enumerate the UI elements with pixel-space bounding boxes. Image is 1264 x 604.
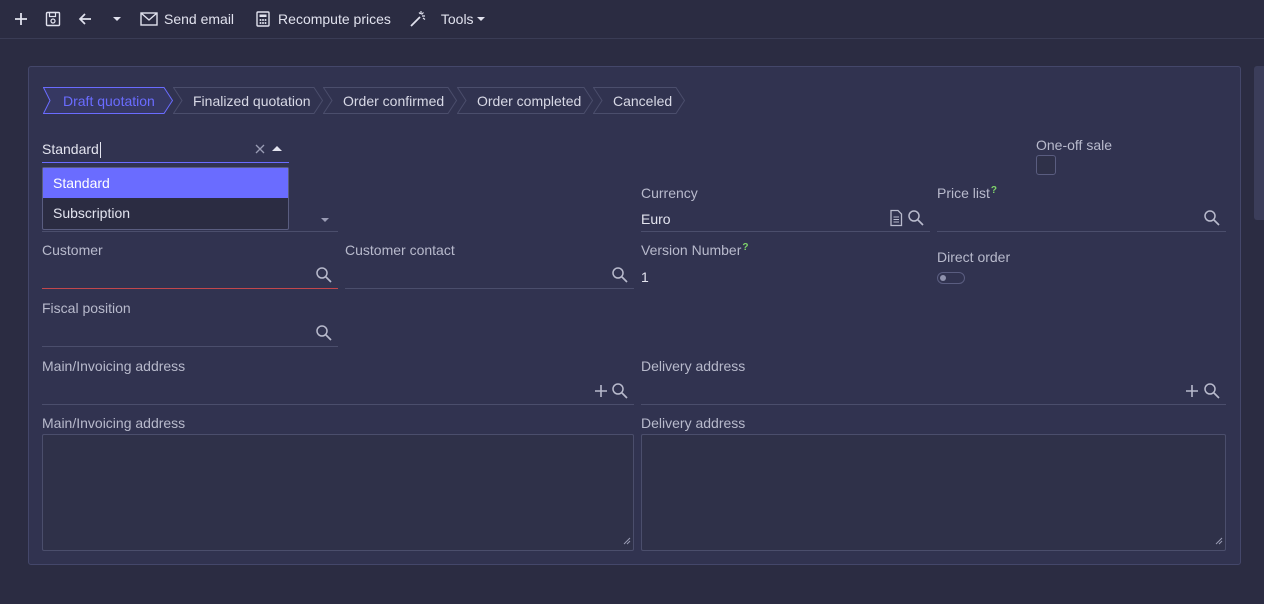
currency-value: Euro <box>641 211 671 227</box>
one-off-sale-checkbox[interactable] <box>1036 155 1056 175</box>
fiscal-position-label: Fiscal position <box>42 300 131 316</box>
search-icon[interactable] <box>611 382 629 400</box>
plus-icon <box>10 8 32 30</box>
caret-down-icon <box>316 210 334 228</box>
step-finalized-quotation[interactable]: Finalized quotation <box>173 87 323 114</box>
recompute-prices-button[interactable]: Recompute prices <box>252 0 391 39</box>
search-icon[interactable] <box>1203 209 1221 227</box>
toggle-knob <box>940 275 946 281</box>
help-marker[interactable]: ? <box>742 242 748 253</box>
tools-menu-button[interactable]: Tools <box>441 0 488 39</box>
recompute-prices-label: Recompute prices <box>278 11 391 27</box>
price-list-label: Price list? <box>937 185 997 201</box>
magic-wand-icon <box>407 8 429 30</box>
delivery-address-label: Delivery address <box>641 358 746 374</box>
delivery-address-text-label: Delivery address <box>641 415 746 431</box>
calculator-icon <box>252 8 274 30</box>
search-icon[interactable] <box>907 209 925 227</box>
step-order-confirmed[interactable]: Order confirmed <box>323 87 457 114</box>
toolbar: Send email Recompute prices Tools <box>0 0 1264 39</box>
step-canceled[interactable]: Canceled <box>593 87 685 114</box>
price-list-field[interactable] <box>937 206 1226 232</box>
version-number-label-text: Version Number <box>641 242 742 258</box>
currency-label: Currency <box>641 185 698 201</box>
more-dropdown-button[interactable] <box>106 0 128 39</box>
step-label: Canceled <box>613 92 673 109</box>
main-invoicing-address-field[interactable] <box>42 379 634 405</box>
delivery-address-field[interactable] <box>641 379 1226 405</box>
clear-icon[interactable] <box>251 140 269 158</box>
back-button[interactable] <box>74 0 96 39</box>
delivery-address-textarea[interactable] <box>641 434 1226 551</box>
search-icon[interactable] <box>611 266 629 284</box>
order-type-dropdown: Standard Subscription <box>42 167 289 230</box>
caret-up-icon[interactable] <box>268 140 286 158</box>
order-type-value: Standard <box>42 141 99 157</box>
step-label: Finalized quotation <box>193 92 311 109</box>
fiscal-position-field[interactable] <box>42 321 338 347</box>
search-icon[interactable] <box>315 266 333 284</box>
send-email-button[interactable]: Send email <box>138 0 234 39</box>
magic-wand-button[interactable] <box>407 0 429 39</box>
version-number-field: 1 <box>641 263 930 289</box>
plus-icon[interactable] <box>1183 382 1201 400</box>
search-icon[interactable] <box>315 324 333 342</box>
envelope-icon <box>138 8 160 30</box>
direct-order-toggle[interactable] <box>937 272 965 284</box>
version-number-value: 1 <box>641 269 649 285</box>
step-label: Order completed <box>477 92 582 109</box>
save-icon <box>42 8 64 30</box>
resize-handle-icon[interactable] <box>1215 532 1223 548</box>
help-marker[interactable]: ? <box>991 185 997 196</box>
customer-label: Customer <box>42 242 103 258</box>
main-invoicing-address-text-label: Main/Invoicing address <box>42 415 186 431</box>
plus-icon[interactable] <box>592 382 610 400</box>
step-label: Draft quotation <box>63 92 155 109</box>
status-steps: Draft quotation Finalized quotation Orde… <box>43 87 685 114</box>
option-standard[interactable]: Standard <box>43 168 288 198</box>
arrow-left-icon <box>74 8 96 30</box>
customer-contact-label: Customer contact <box>345 242 455 258</box>
caret-down-icon <box>474 8 488 30</box>
step-draft-quotation[interactable]: Draft quotation <box>43 87 173 114</box>
vertical-scrollbar[interactable] <box>1254 66 1264 220</box>
caret-down-icon <box>106 8 128 30</box>
document-icon[interactable] <box>887 209 905 227</box>
new-button[interactable] <box>10 0 32 39</box>
resize-handle-icon[interactable] <box>623 532 631 548</box>
search-icon[interactable] <box>1203 382 1221 400</box>
send-email-label: Send email <box>164 11 235 27</box>
save-button[interactable] <box>42 0 64 39</box>
text-caret <box>99 142 101 159</box>
option-subscription[interactable]: Subscription <box>43 198 288 228</box>
one-off-sale-label: One-off sale <box>1036 137 1113 153</box>
price-list-label-text: Price list <box>937 185 990 201</box>
direct-order-label: Direct order <box>937 249 1011 265</box>
main-invoicing-address-label: Main/Invoicing address <box>42 358 186 374</box>
step-label: Order confirmed <box>343 92 445 109</box>
main-invoicing-address-textarea[interactable] <box>42 434 634 551</box>
currency-field[interactable]: Euro <box>641 206 930 232</box>
version-number-label: Version Number? <box>641 242 749 258</box>
quotation-form-panel: Draft quotation Finalized quotation Orde… <box>28 66 1241 565</box>
customer-field[interactable] <box>42 263 338 289</box>
order-type-select[interactable]: Standard <box>42 135 289 163</box>
customer-contact-field[interactable] <box>345 263 634 289</box>
tools-label: Tools <box>440 11 474 27</box>
step-order-completed[interactable]: Order completed <box>457 87 593 114</box>
